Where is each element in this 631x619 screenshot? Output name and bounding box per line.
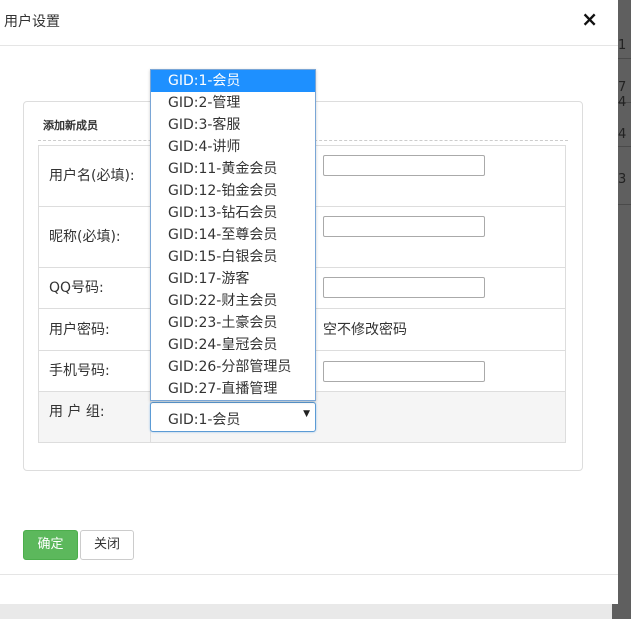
user-group-option[interactable]: GID:13-钻石会员	[151, 202, 315, 224]
user-group-option[interactable]: GID:14-至尊会员	[151, 224, 315, 246]
user-group-option[interactable]: GID:1-会员	[151, 70, 315, 92]
user-group-option[interactable]: GID:26-分部管理员	[151, 356, 315, 378]
user-group-option[interactable]: GID:27-直播管理	[151, 378, 315, 400]
dropdown-arrow-icon: ▼	[303, 409, 310, 419]
group-label: 用 户 组:	[38, 391, 151, 443]
qq-label: QQ号码:	[38, 267, 151, 309]
close-icon[interactable]: ×	[581, 9, 598, 29]
bg-text-fragment: 4	[618, 127, 627, 142]
user-group-option[interactable]: GID:12-铂金会员	[151, 180, 315, 202]
bg-text-fragment: 1	[618, 38, 627, 53]
password-hint: 空不修改密码	[323, 322, 407, 338]
user-group-option[interactable]: GID:24-皇冠会员	[151, 334, 315, 356]
username-input[interactable]	[323, 155, 485, 176]
username-label: 用户名(必填):	[38, 145, 151, 207]
user-group-option[interactable]: GID:11-黄金会员	[151, 158, 315, 180]
nickname-input[interactable]	[323, 216, 485, 237]
user-group-option[interactable]: GID:2-管理	[151, 92, 315, 114]
user-group-option[interactable]: GID:17-游客	[151, 268, 315, 290]
phone-input[interactable]	[323, 361, 485, 382]
user-group-option[interactable]: GID:3-客服	[151, 114, 315, 136]
bg-text-fragment: 3	[618, 172, 627, 187]
phone-label: 手机号码:	[38, 350, 151, 392]
user-group-option[interactable]: GID:15-白银会员	[151, 246, 315, 268]
user-group-dropdown-list: GID:1-会员 GID:2-管理 GID:3-客服 GID:4-讲师 GID:11-黄…	[150, 69, 316, 401]
user-settings-modal: 用户设置 × 添加新成员 用户名(必填): 昵称(必填): QQ号码: 用户密码…	[0, 0, 618, 604]
qq-input[interactable]	[323, 277, 485, 298]
nickname-label: 昵称(必填):	[38, 206, 151, 268]
user-group-selected-value: GID:1-会员	[168, 412, 241, 428]
user-group-option[interactable]: GID:23-土豪会员	[151, 312, 315, 334]
modal-header: 用户设置 ×	[0, 0, 618, 46]
user-group-select[interactable]: GID:1-会员 ▼	[150, 402, 316, 432]
close-button[interactable]: 关闭	[80, 530, 134, 560]
confirm-button[interactable]: 确定	[23, 530, 78, 560]
bg-text-fragment: 7 4	[618, 80, 627, 110]
fieldset-legend: 添加新成员	[43, 119, 98, 132]
user-group-option[interactable]: GID:22-财主会员	[151, 290, 315, 312]
user-group-option[interactable]: GID:4-讲师	[151, 136, 315, 158]
password-label: 用户密码:	[38, 308, 151, 351]
modal-footer-divider	[0, 574, 618, 575]
modal-title: 用户设置	[4, 14, 60, 30]
